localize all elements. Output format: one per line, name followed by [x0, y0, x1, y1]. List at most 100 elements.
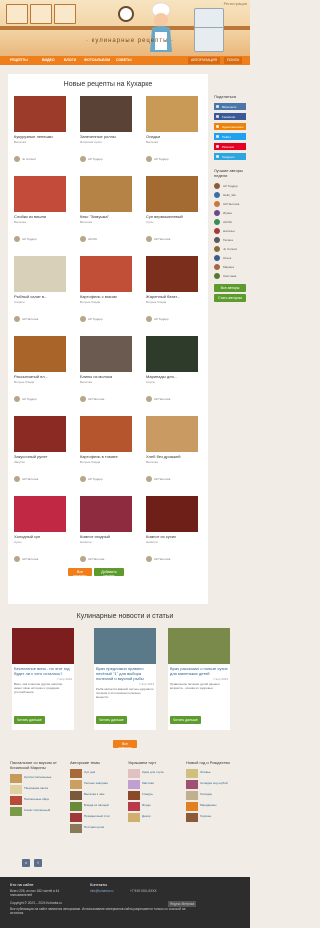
facebook-icon[interactable]: f	[34, 859, 42, 867]
recipe-title[interactable]: Компот ягодный	[80, 534, 132, 539]
author-item[interactable]: Марина	[214, 263, 246, 272]
author-name[interactable]: Ju Cursed	[22, 157, 36, 161]
author-name[interactable]: Ай Тоддер	[223, 184, 238, 188]
footer-link-item[interactable]: Уютные завтраки	[70, 779, 125, 790]
recipe-image[interactable]	[14, 336, 66, 372]
recipe-title[interactable]: Кукурузные лепешки	[14, 134, 66, 139]
author-name[interactable]: Ай Палочка	[223, 202, 239, 206]
author-item[interactable]: Ольга	[214, 254, 246, 263]
footer-link-item[interactable]: Декор	[128, 812, 183, 823]
author-name[interactable]: Ай Палочка	[88, 557, 104, 561]
site-logo[interactable]: · кулинарные рецепты ·	[86, 38, 174, 44]
footer-link[interactable]: Ягоды	[142, 803, 182, 807]
footer-link-item[interactable]: Мандарины	[186, 801, 241, 812]
footer-link-item[interactable]: Оливье	[186, 768, 241, 779]
author-name[interactable]: Ай МА	[88, 237, 97, 241]
author-name[interactable]: Hello_Wo	[223, 193, 236, 197]
news-title[interactable]: Врач рассказал о пользе сухих для малень…	[170, 666, 228, 676]
recipe-card[interactable]: Закусочный рулет Закуски Ай Палочка	[14, 416, 66, 494]
thumbnail[interactable]	[10, 785, 22, 794]
thumbnail[interactable]	[128, 813, 140, 822]
footer-link[interactable]: Выпечка к чаю	[84, 792, 124, 796]
author-name[interactable]: Ай Палочка	[154, 397, 170, 401]
vk-icon[interactable]: v	[22, 859, 30, 867]
recipe-image[interactable]	[80, 416, 132, 452]
author-item[interactable]: Светлана	[214, 272, 246, 281]
thumbnail[interactable]	[10, 807, 22, 816]
recipe-author[interactable]: Ай Палочка	[14, 476, 66, 484]
thumbnail[interactable]	[128, 780, 140, 789]
recipe-author[interactable]: Ай Палочка	[80, 396, 132, 404]
footer-link-item[interactable]: Выпечка к чаю	[70, 790, 125, 801]
footer-link[interactable]: Уютные завтраки	[84, 781, 124, 785]
share-button[interactable]: Twitter	[214, 133, 246, 140]
recipe-author[interactable]: Ай Палочка	[14, 556, 66, 564]
footer-link[interactable]: Декор	[142, 814, 182, 818]
thumbnail[interactable]	[70, 780, 82, 789]
recipe-image[interactable]	[80, 496, 132, 532]
thumbnail[interactable]	[186, 813, 198, 822]
recipe-title[interactable]: Жаренный батат...	[146, 294, 198, 299]
recipe-author[interactable]: Ай Тоддер	[14, 396, 66, 404]
thumbnail[interactable]	[128, 802, 140, 811]
thumbnail[interactable]	[186, 791, 198, 800]
footer-link[interactable]: Мастика	[142, 781, 182, 785]
thumbnail[interactable]	[128, 791, 140, 800]
nav-item-tips[interactable]: СОВЕТЫ	[116, 58, 132, 62]
recipe-title[interactable]: Закусочный рулет	[14, 454, 66, 459]
recipe-title[interactable]: Рассыпчатый пл...	[14, 374, 66, 379]
recipe-image[interactable]	[14, 256, 66, 292]
recipe-author[interactable]: Ай Тоддер	[80, 476, 132, 484]
author-item[interactable]: Ирина	[214, 209, 246, 218]
footer-link[interactable]: Творожная пасха	[24, 786, 64, 790]
recipe-author[interactable]: Ай Тоддер	[146, 316, 198, 324]
recipe-image[interactable]	[146, 256, 198, 292]
thumbnail[interactable]	[186, 802, 198, 811]
author-name[interactable]: Наталья	[223, 229, 235, 233]
thumbnail[interactable]	[10, 774, 22, 783]
recipe-category[interactable]: Вторые блюда	[14, 380, 66, 384]
add-recipe-button[interactable]: Добавить рецепт	[94, 568, 124, 578]
recipe-category[interactable]: Напитки	[146, 540, 198, 544]
author-name[interactable]: Ирина	[223, 211, 232, 215]
recipe-category[interactable]: Напитки	[80, 540, 132, 544]
recipe-image[interactable]	[146, 416, 198, 452]
register-link[interactable]: Регистрация	[224, 1, 247, 6]
author-name[interactable]: Ай Палочка	[154, 237, 170, 241]
recipe-title[interactable]: Хлеб без дрожжей	[146, 454, 198, 459]
author-name[interactable]: Ай Тоддер	[22, 237, 37, 241]
footer-link-item[interactable]: Мастика	[128, 779, 183, 790]
share-button[interactable]: Pinterest	[214, 143, 246, 150]
footer-link-item[interactable]: Творожная пасха	[10, 784, 65, 795]
recipe-author[interactable]: Ай Тоддер	[80, 156, 132, 164]
recipe-card[interactable]: Слойки из вишни Выпечка Ай Тоддер	[14, 176, 66, 254]
recipe-title[interactable]: Кекс "Зимушка"	[80, 214, 132, 219]
author-name[interactable]: Ай Палочка	[154, 557, 170, 561]
recipe-category[interactable]: Выпечка	[14, 140, 66, 144]
recipe-card[interactable]: Компот из сухих Напитки Ай Палочка	[146, 496, 198, 574]
recipe-category[interactable]: Выпечка	[14, 220, 66, 224]
recipe-category[interactable]: Выпечка	[80, 380, 132, 384]
recipe-title[interactable]: Слойки из вишни	[14, 214, 66, 219]
thumbnail[interactable]	[70, 769, 82, 778]
author-name[interactable]: Галина	[223, 238, 233, 242]
recipe-card[interactable]: Рыбный салат в... Салаты Ай Палочка	[14, 256, 66, 334]
nav-item-photo[interactable]: ФОТОАЛЬБОМ	[84, 58, 110, 62]
recipe-author[interactable]: Ай Палочка	[146, 396, 198, 404]
recipe-image[interactable]	[80, 96, 132, 132]
footer-link-item[interactable]: Салат пасхальный	[10, 806, 65, 817]
become-author-button[interactable]: Стать автором	[214, 294, 246, 302]
recipe-category[interactable]: Соусы	[146, 380, 198, 384]
news-title[interactable]: Врач предложил правило печёный "1" для в…	[96, 666, 154, 681]
recipe-title[interactable]: Картофель в томате	[80, 454, 132, 459]
footer-link[interactable]: Суп дня	[84, 770, 124, 774]
footer-link-item[interactable]: Ягоды	[128, 801, 183, 812]
recipe-author[interactable]: Ай Тоддер	[146, 156, 198, 164]
footer-link-item[interactable]: Суп дня	[70, 768, 125, 779]
footer-link-item[interactable]: Пасхальные яйца	[10, 795, 65, 806]
footer-link-item[interactable]: Селёдка под шубой	[186, 779, 241, 790]
author-item[interactable]: Ju Cursed	[214, 245, 246, 254]
author-name[interactable]: Ай Тоддер	[22, 397, 37, 401]
recipe-category[interactable]: Салаты	[14, 300, 66, 304]
author-item[interactable]: Ай Тоддер	[214, 182, 246, 191]
